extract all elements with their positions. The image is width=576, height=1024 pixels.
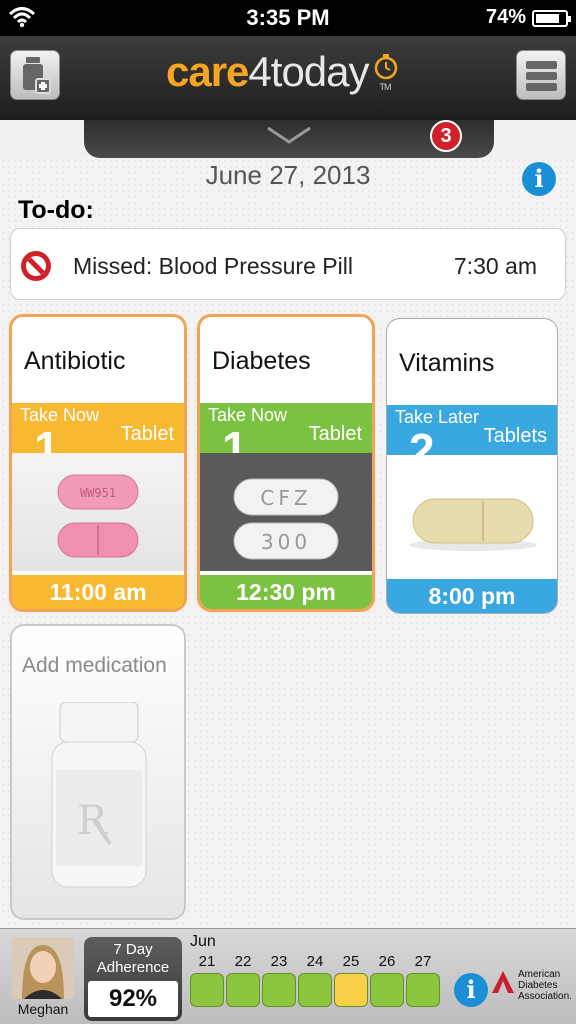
- dose-time: 11:00 am: [12, 575, 184, 609]
- pill-imprint-top: CFZ: [260, 486, 311, 510]
- ada-logo-text: American Diabetes Association.: [518, 969, 572, 1002]
- user-name: Meghan: [17, 1001, 69, 1017]
- adherence-label-line1: 7 Day: [113, 941, 153, 958]
- calendar-day-label: 22: [234, 953, 252, 970]
- calendar-day-label: 23: [270, 953, 288, 970]
- battery-percent: 74%: [485, 6, 526, 28]
- pill-image: CFZ 300: [200, 453, 372, 571]
- calendar-day-status[interactable]: [370, 973, 404, 1007]
- calendar-day-status[interactable]: [406, 973, 440, 1007]
- pill-image: WW951: [12, 453, 184, 571]
- dose-time: 8:00 pm: [387, 579, 557, 613]
- calendar-day-label: 25: [342, 953, 360, 970]
- ada-logo: American Diabetes Association.: [490, 969, 572, 1002]
- adherence-panel[interactable]: 7 Day Adherence 92%: [84, 937, 182, 1021]
- medication-card-vitamins[interactable]: Vitamins Take Later Tablets 2 8:00 pm: [386, 318, 558, 614]
- app-logo: care4today TM: [166, 48, 397, 96]
- add-medication-header-button[interactable]: [10, 50, 60, 100]
- dose-time: 12:30 pm: [200, 575, 372, 609]
- chevron-down-icon: [264, 124, 314, 151]
- todo-item[interactable]: Missed: Blood Pressure Pill 7:30 am: [10, 228, 566, 300]
- battery-icon: [532, 10, 571, 27]
- dose-unit: Tablets: [483, 425, 547, 447]
- calendar-day-status[interactable]: [262, 973, 296, 1007]
- pill-imprint: WW951: [80, 486, 116, 500]
- info-icon[interactable]: i: [522, 162, 556, 196]
- trademark-label: TM: [379, 82, 392, 92]
- dose-unit: Tablet: [120, 423, 174, 445]
- logo-care-text: care: [166, 48, 249, 95]
- add-medication-label: Add medication: [22, 654, 167, 677]
- calendar-day-status[interactable]: [226, 973, 260, 1007]
- footer-bar: Meghan 7 Day Adherence 92% Jun 21 22 23 24 2…: [0, 928, 576, 1024]
- missed-icon: [19, 249, 53, 288]
- app-header: care4today TM: [0, 36, 576, 120]
- add-medication-card[interactable]: Add medication R: [10, 624, 186, 920]
- calendar-day-status[interactable]: [298, 973, 332, 1007]
- calendar-day-label: 21: [198, 953, 216, 970]
- avatar[interactable]: [12, 937, 74, 999]
- medication-name: Diabetes: [212, 347, 311, 375]
- calendar-day-label: 26: [378, 953, 396, 970]
- calendar-day-status[interactable]: [334, 973, 368, 1007]
- todo-item-label: Missed: Blood Pressure Pill: [73, 253, 353, 279]
- prescription-bottle-icon: R: [42, 701, 156, 897]
- logo-today-text: 4today: [248, 48, 369, 95]
- calendar-month: Jun: [190, 933, 216, 950]
- main-menu-button[interactable]: [516, 50, 566, 100]
- medication-name: Antibiotic: [24, 347, 126, 375]
- calendar-day-label: 27: [414, 953, 432, 970]
- adherence-percent: 92%: [88, 981, 178, 1017]
- footer-info-icon[interactable]: i: [454, 973, 488, 1007]
- notification-badge[interactable]: 3: [430, 120, 462, 152]
- status-bar: 3:35 PM 74%: [0, 0, 576, 36]
- pill-bottle-plus-icon: [20, 57, 52, 100]
- medication-card-diabetes[interactable]: Diabetes Take Now Tablet 1 CFZ 300 12:30…: [197, 314, 375, 612]
- ada-logo-icon: [492, 971, 514, 993]
- calendar-day-label: 24: [306, 953, 324, 970]
- todo-item-time: 7:30 am: [453, 253, 537, 279]
- medication-card-antibiotic[interactable]: Antibiotic Take Now Tablet 1 WW951 11:00…: [9, 314, 187, 612]
- medication-name: Vitamins: [399, 349, 495, 377]
- todo-heading: To-do:: [18, 196, 94, 224]
- calendar-day-status[interactable]: [190, 973, 224, 1007]
- dose-unit: Tablet: [308, 423, 362, 445]
- pill-imprint-bottom: 300: [261, 530, 311, 554]
- pill-image: [387, 455, 557, 573]
- current-date: June 27, 2013: [205, 160, 371, 190]
- adherence-label-line2: Adherence: [96, 959, 170, 976]
